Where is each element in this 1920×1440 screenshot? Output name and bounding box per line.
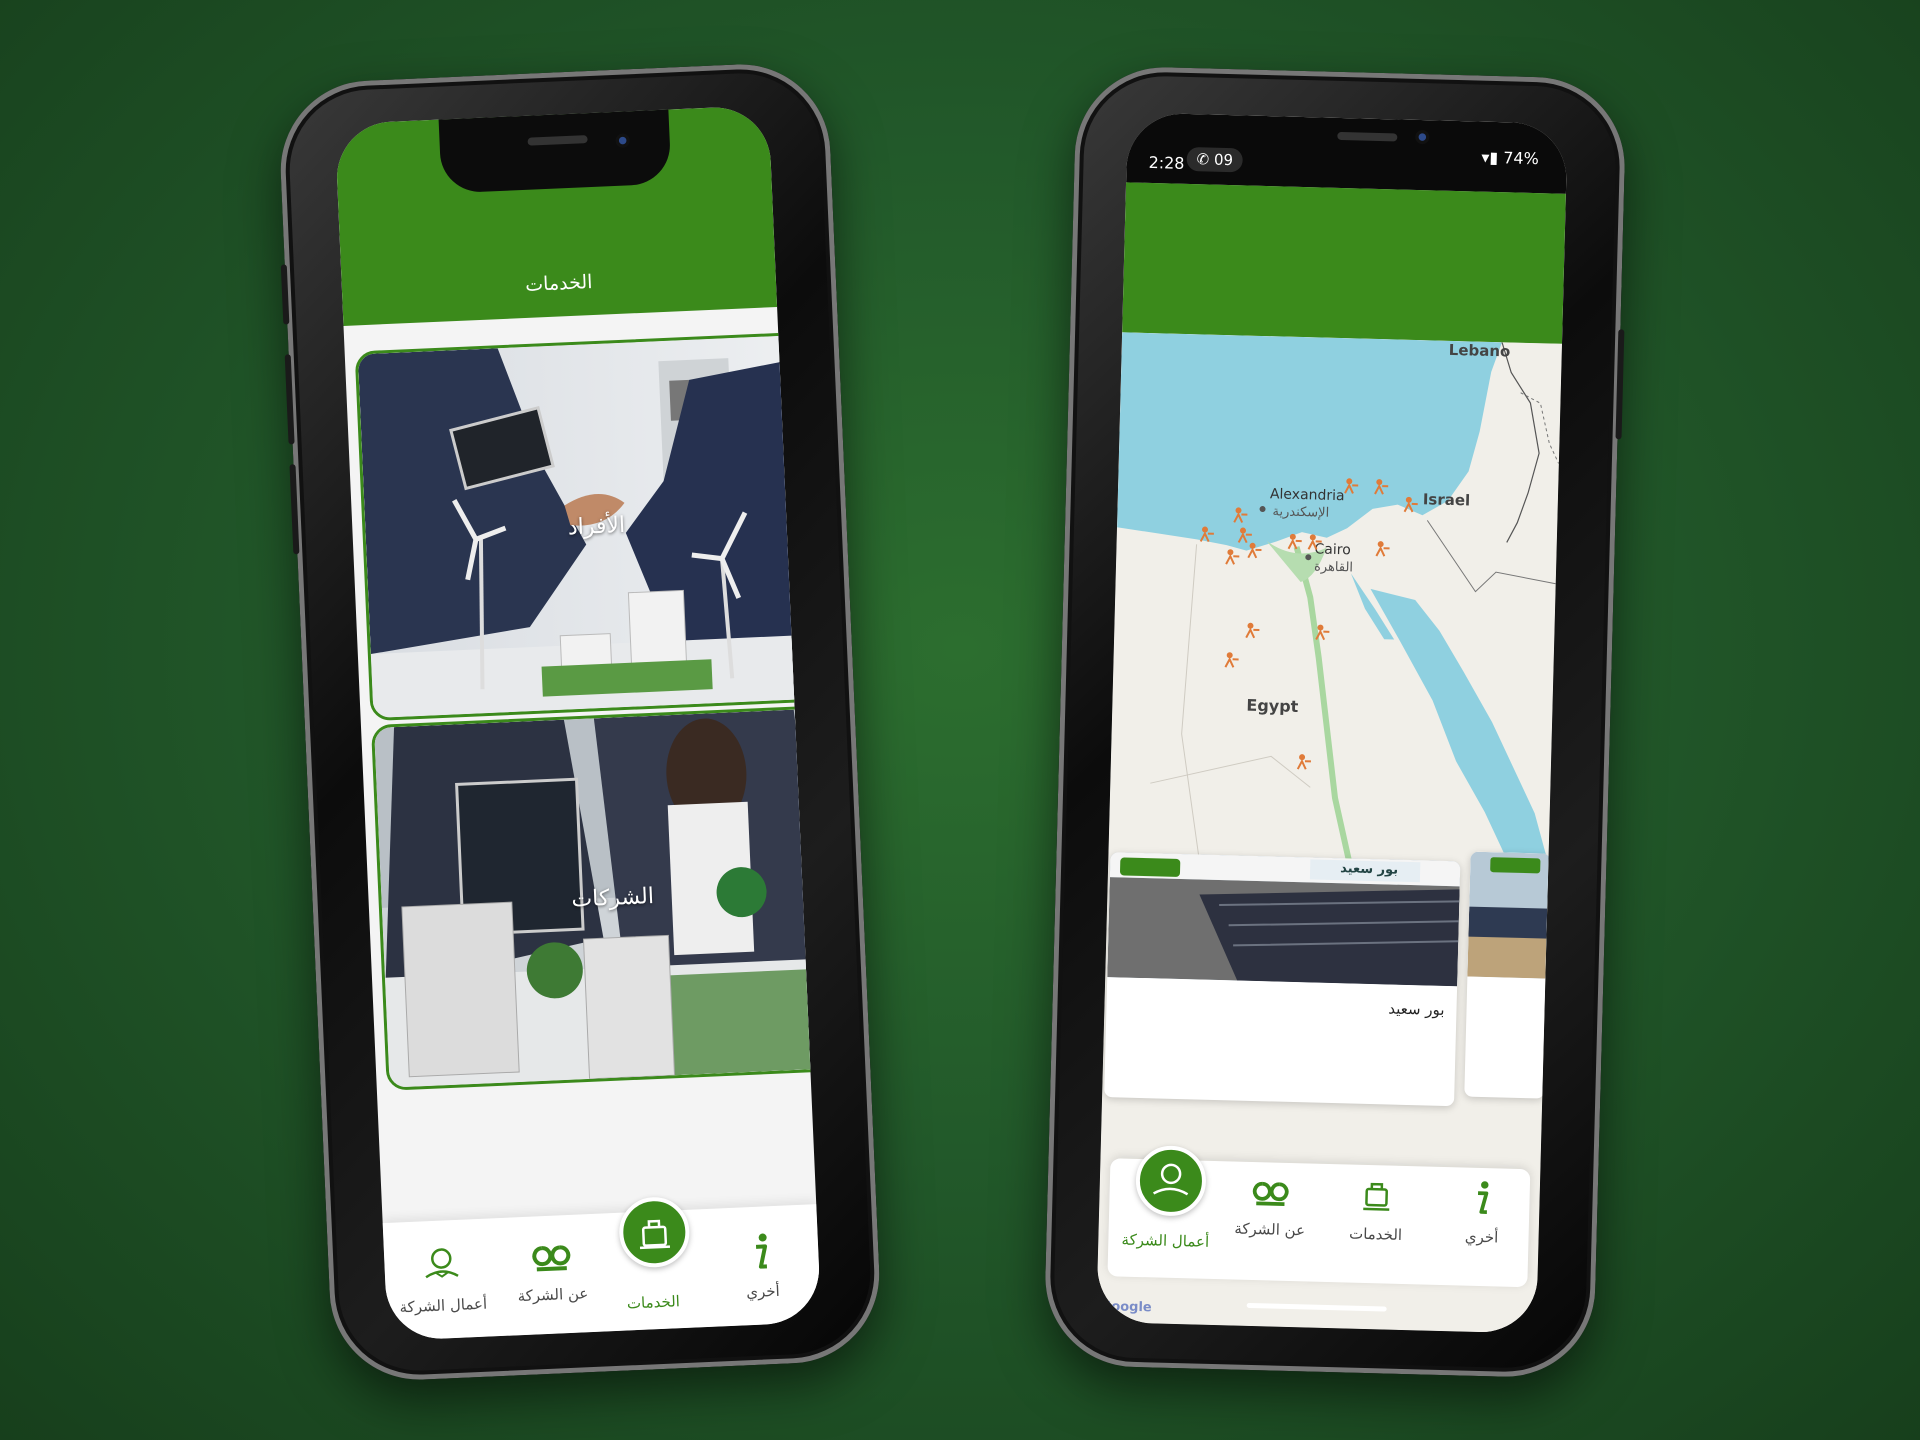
nav-other[interactable]: أخري — [705, 1228, 818, 1303]
project-pin-icon[interactable] — [1244, 621, 1260, 639]
project-pin-icon[interactable] — [1374, 539, 1390, 557]
map-label-alexandria-ar: الإسكندرية — [1272, 504, 1330, 521]
map-label-lebanon: Lebano — [1448, 340, 1511, 361]
call-number: 09 — [1213, 150, 1234, 170]
project-title: بور سعيد — [1388, 999, 1445, 1019]
project-pin-icon[interactable] — [1343, 476, 1359, 494]
phone-left: الخدمات الأفراد الشركات أعمال الشركة عن … — [276, 60, 884, 1384]
nav-label: أخري — [1464, 1227, 1499, 1247]
notch — [1237, 113, 1488, 160]
nav-services[interactable]: الخدمات — [598, 1283, 709, 1314]
nav-about[interactable]: عن الشركة — [1214, 1175, 1326, 1240]
info-icon — [755, 1233, 768, 1269]
project-pin-icon[interactable] — [1296, 752, 1312, 770]
page-title: الخدمات — [524, 271, 593, 296]
nav-label: أعمال الشركة — [399, 1294, 488, 1317]
project-pin-icon[interactable] — [1314, 622, 1330, 641]
project-pin-icon[interactable] — [1373, 477, 1389, 495]
call-chip: ✆ 09 — [1186, 146, 1244, 173]
map-label-egypt: Egypt — [1246, 695, 1299, 717]
project-photo — [1467, 851, 1551, 979]
go-solar-logo-icon — [532, 1245, 571, 1272]
screen-company-works: 2:28 ✆ 09 ▾▮ 74% Lebano Israel Alexandri… — [1096, 112, 1568, 1334]
battery-level: 74% — [1503, 148, 1540, 169]
photo-caption: بور سعيد — [1339, 861, 1399, 878]
volume-up-button — [284, 354, 295, 445]
nav-active-indicator — [617, 1195, 691, 1269]
nav-label: الخدمات — [626, 1292, 681, 1313]
map-label-israel: Israel — [1422, 490, 1471, 510]
nav-company-works[interactable]: أعمال الشركة — [1110, 1222, 1221, 1251]
project-pin-icon[interactable] — [1199, 524, 1215, 543]
company-works-icon — [425, 1248, 459, 1279]
status-time: 2:28 — [1148, 152, 1185, 173]
nav-services[interactable]: الخدمات — [1320, 1176, 1432, 1245]
map-attribution: Google — [1100, 1299, 1152, 1316]
card-companies[interactable]: الشركات — [370, 704, 822, 1091]
status-icons: ▾▮ 74% — [1481, 147, 1540, 169]
nav-about[interactable]: عن الشركة — [496, 1237, 609, 1306]
project-card[interactable]: بور سعيد بور سعيد — [1104, 852, 1461, 1107]
app-bar — [1122, 182, 1566, 344]
go-solar-logo-icon — [1252, 1181, 1289, 1207]
nav-company-works[interactable]: أعمال الشركة — [386, 1242, 499, 1317]
bottom-nav: أعمال الشركة عن الشركة الخدمات أخري — [1107, 1144, 1531, 1288]
map-label-alexandria: Alexandria — [1269, 486, 1345, 505]
project-photo — [1107, 852, 1461, 987]
project-pin-icon[interactable] — [1232, 505, 1248, 523]
power-button — [1615, 329, 1625, 440]
volume-down-button — [289, 464, 300, 555]
bottom-nav: أعمال الشركة عن الشركة الخدمات أخري — [382, 1195, 822, 1341]
map-label-cairo-ar: القاهرة — [1313, 559, 1354, 576]
info-icon — [1477, 1181, 1489, 1214]
project-pin-icon[interactable] — [1246, 541, 1262, 559]
screen-services: الخدمات الأفراد الشركات أعمال الشركة عن … — [334, 105, 822, 1341]
nav-label: عن الشركة — [517, 1284, 589, 1306]
nav-label: أخري — [745, 1281, 781, 1302]
phone-right: 2:28 ✆ 09 ▾▮ 74% Lebano Israel Alexandri… — [1043, 65, 1627, 1379]
project-pin-icon[interactable] — [1403, 495, 1419, 513]
project-pin-icon[interactable] — [1223, 650, 1239, 668]
project-pin-icon[interactable] — [1306, 532, 1322, 550]
company-works-icon — [1152, 1163, 1189, 1196]
nav-label: عن الشركة — [1234, 1219, 1306, 1240]
nav-label: الخدمات — [1348, 1224, 1403, 1244]
nav-other[interactable]: أخري — [1426, 1177, 1538, 1248]
card-individuals[interactable]: الأفراد — [354, 331, 822, 722]
project-pin-icon[interactable] — [1286, 532, 1302, 550]
project-pin-icon[interactable] — [1224, 547, 1240, 565]
mute-switch — [280, 264, 290, 325]
services-icon — [639, 1219, 671, 1250]
notch — [438, 107, 672, 194]
nav-label: أعمال الشركة — [1121, 1230, 1210, 1251]
nav-active-indicator — [1135, 1144, 1207, 1217]
project-card-next[interactable] — [1464, 851, 1551, 1099]
services-icon — [1363, 1182, 1390, 1211]
